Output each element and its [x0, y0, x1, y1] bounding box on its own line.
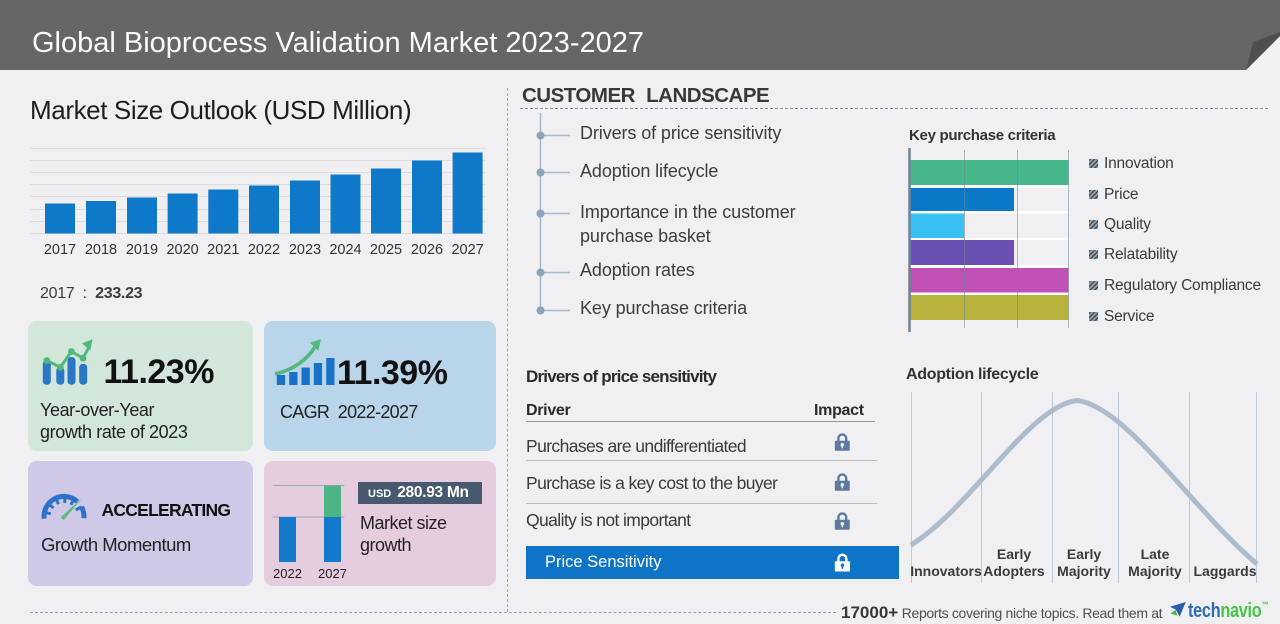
svg-text:2020: 2020 — [166, 242, 198, 258]
svg-text:2027: 2027 — [318, 566, 347, 581]
svg-text:2022: 2022 — [273, 566, 302, 581]
svg-text:2023: 2023 — [289, 242, 321, 258]
svg-text:2018: 2018 — [85, 242, 117, 258]
svg-text:2022: 2022 — [248, 242, 280, 258]
svg-text:2025: 2025 — [370, 242, 402, 258]
svg-text:2024: 2024 — [329, 242, 361, 258]
svg-text:2019: 2019 — [126, 242, 158, 258]
svg-text:2026: 2026 — [411, 242, 443, 258]
svg-text:2027: 2027 — [451, 242, 483, 258]
svg-text:2017: 2017 — [44, 242, 76, 258]
svg-text:2021: 2021 — [207, 242, 239, 258]
